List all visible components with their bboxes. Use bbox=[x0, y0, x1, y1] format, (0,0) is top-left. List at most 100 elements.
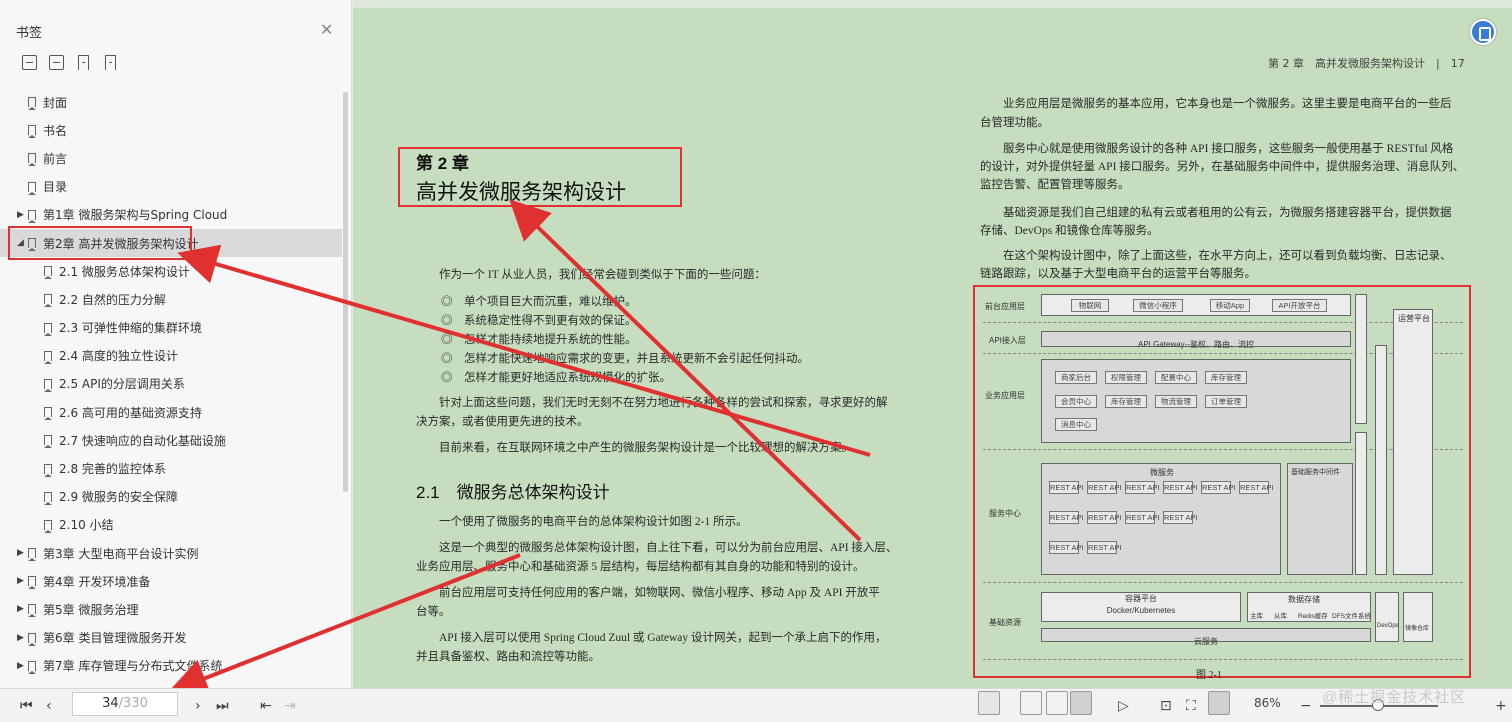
bookmark-item[interactable]: ▶ 第6章 类目管理微服务开发 bbox=[0, 624, 342, 652]
bookmark-label: 前言 bbox=[43, 151, 68, 166]
middleware-title: 基础服务中间件 bbox=[1291, 469, 1340, 476]
paragraph: 的设计，对外提供轻量 API 接口服务。另外，在基础服务中间件中，提供服务治理、… bbox=[980, 161, 1465, 173]
eye-protection-icon[interactable] bbox=[978, 691, 1000, 715]
collapse-arrow-icon[interactable]: ◢ bbox=[17, 238, 24, 248]
rest-api-chip: REST API bbox=[1087, 481, 1122, 494]
bullet-list-item: ◎ 单个项目巨大而沉重，难以维护。 bbox=[441, 296, 637, 308]
page-number-input[interactable]: 34/330 bbox=[72, 692, 178, 716]
zoom-level[interactable]: 86% bbox=[1254, 696, 1281, 710]
frontend-item: API开放平台 bbox=[1272, 299, 1327, 312]
zoom-out-icon[interactable]: − bbox=[1300, 698, 1312, 714]
bookmark-flag-icon bbox=[28, 125, 36, 139]
expand-arrow-icon[interactable]: ▶ bbox=[17, 210, 24, 220]
bookmark-item[interactable]: 2.10 小结 bbox=[0, 511, 342, 539]
paragraph: 链路跟踪，以及基于大型电商平台的运营平台等服务。 bbox=[980, 268, 1256, 280]
trace-bar bbox=[1375, 345, 1387, 575]
fit-page-icon[interactable]: ⛶ bbox=[1186, 698, 1196, 714]
bookmark-label: 2.7 快速响应的自动化基础设施 bbox=[59, 433, 226, 448]
paragraph: 业务应用层、服务中心和基础资源 5 层结构，每层结构都有其自身的功能和特别的设计… bbox=[416, 561, 865, 573]
collapse-all-icon[interactable] bbox=[49, 55, 64, 70]
log-bar bbox=[1355, 432, 1367, 575]
bookmark-label: 第4章 开发环境准备 bbox=[43, 574, 151, 589]
bookmark-icon[interactable] bbox=[105, 55, 116, 70]
expand-arrow-icon[interactable]: ▶ bbox=[17, 661, 24, 671]
biz-item: 订单管理 bbox=[1205, 395, 1247, 408]
layer-label: 基础资源 bbox=[989, 618, 1021, 627]
bookmark-item[interactable]: ◢ 第2章 高并发微服务架构设计 bbox=[0, 228, 342, 258]
bookmark-flag-icon bbox=[28, 97, 36, 111]
devops-box: DevOps bbox=[1375, 592, 1399, 642]
figure-2-1: 前台应用层 API接入层 业务应用层 服务中心 基础资源 物联网 微信小程序 移… bbox=[973, 285, 1471, 678]
bookmark-item[interactable]: 2.6 高可用的基础资源支持 bbox=[0, 398, 342, 426]
biz-item: 消息中心 bbox=[1055, 418, 1097, 431]
bookmark-flag-icon bbox=[28, 209, 36, 223]
play-icon[interactable]: ▷ bbox=[1118, 698, 1129, 714]
bookmark-item[interactable]: 2.2 自然的压力分解 bbox=[0, 285, 342, 313]
bookmark-item[interactable]: 2.9 微服务的安全保障 bbox=[0, 483, 342, 511]
bookmark-item[interactable]: 2.8 完善的监控体系 bbox=[0, 454, 342, 482]
bookmark-item[interactable]: 2.4 高度的独立性设计 bbox=[0, 342, 342, 370]
bookmark-item[interactable]: ▶ 第5章 微服务治理 bbox=[0, 595, 342, 623]
prev-page-icon[interactable]: ‹ bbox=[46, 698, 52, 714]
bookmark-label: 第2章 高并发微服务架构设计 bbox=[43, 236, 199, 251]
paragraph: 基础资源是我们自己组建的私有云或者租用的公有云，为微服务搭建容器平台，提供数据 bbox=[1003, 207, 1452, 219]
bookmark-item[interactable]: ▶ 第4章 开发环境准备 bbox=[0, 567, 342, 595]
next-page-icon[interactable]: › bbox=[195, 698, 201, 714]
bookmark-item[interactable]: ▶ 第3章 大型电商平台设计实例 bbox=[0, 539, 342, 567]
close-icon[interactable]: ✕ bbox=[320, 20, 333, 39]
bookmark-item[interactable]: 2.3 可弹性伸缩的集群环境 bbox=[0, 314, 342, 342]
expand-arrow-icon[interactable]: ▶ bbox=[17, 604, 24, 614]
section-heading: 2.1 微服务总体架构设计 bbox=[416, 483, 610, 502]
expand-arrow-icon[interactable]: ▶ bbox=[17, 633, 24, 643]
rest-api-chip: REST API bbox=[1239, 481, 1274, 494]
bookmark-label: 2.9 微服务的安全保障 bbox=[59, 490, 178, 505]
bookmark-item[interactable]: ▶ 第7章 库存管理与分布式文件系统 bbox=[0, 652, 342, 680]
expand-arrow-icon[interactable]: ▶ bbox=[17, 576, 24, 586]
fit-width-icon[interactable] bbox=[1208, 691, 1230, 715]
forward-icon[interactable]: ⇥ bbox=[284, 698, 296, 714]
actual-size-icon[interactable]: ⊡ bbox=[1160, 698, 1172, 714]
back-icon[interactable]: ⇤ bbox=[260, 698, 272, 714]
biz-item: 物流管理 bbox=[1155, 395, 1197, 408]
last-page-icon[interactable]: ⏭ bbox=[216, 698, 229, 714]
paragraph: 台等。 bbox=[416, 606, 451, 618]
continuous-page-icon[interactable] bbox=[1046, 691, 1068, 715]
single-page-icon[interactable] bbox=[1020, 691, 1042, 715]
bookmark-label: 第6章 类目管理微服务开发 bbox=[43, 631, 187, 646]
sidebar-scrollbar[interactable] bbox=[343, 92, 348, 492]
bookmark-item[interactable]: 2.5 API的分层调用关系 bbox=[0, 370, 342, 398]
zoom-slider-thumb[interactable] bbox=[1372, 699, 1384, 711]
expand-arrow-icon[interactable]: ▶ bbox=[17, 548, 24, 558]
bookmark-item[interactable]: 目录 bbox=[0, 173, 342, 201]
bookmark-item[interactable]: 书名 bbox=[0, 116, 342, 144]
assistant-float-icon[interactable] bbox=[1470, 19, 1496, 45]
bookmark-item[interactable]: 封面 bbox=[0, 88, 342, 116]
biz-item: 配置中心 bbox=[1155, 371, 1197, 384]
bullet-list-item: ◎ 怎样才能快速地响应需求的变更，并且系统更新不会引起任何抖动。 bbox=[441, 353, 809, 365]
add-bookmark-icon[interactable] bbox=[78, 55, 89, 70]
paragraph: 并且具备鉴权、路由和流控等功能。 bbox=[416, 651, 600, 663]
rest-api-chip: REST API bbox=[1125, 481, 1160, 494]
bookmark-flag-icon bbox=[44, 407, 52, 421]
paragraph: 决方案，或者使用更先进的技术。 bbox=[416, 416, 589, 428]
bookmark-item[interactable]: 2.1 微服务总体架构设计 bbox=[0, 257, 342, 285]
dual-page-icon[interactable] bbox=[1070, 691, 1092, 715]
ops-platform: 运营平台 bbox=[1393, 309, 1433, 575]
rest-api-chip: REST API bbox=[1163, 481, 1198, 494]
layer-label: 服务中心 bbox=[989, 509, 1021, 518]
bookmark-item[interactable]: 前言 bbox=[0, 144, 342, 172]
paragraph: 目前来看，在互联网环境之中产生的微服务架构设计是一个比较理想的解决方案。 bbox=[439, 442, 853, 454]
biz-item: 商家后台 bbox=[1055, 371, 1097, 384]
bookmark-item[interactable]: 2.7 快速响应的自动化基础设施 bbox=[0, 426, 342, 454]
bookmark-label: 2.2 自然的压力分解 bbox=[59, 292, 166, 307]
first-page-icon[interactable]: ⏮ bbox=[20, 698, 33, 714]
bookmark-item[interactable]: ▶ 第1章 微服务架构与Spring Cloud bbox=[0, 201, 342, 229]
bookmark-label: 2.1 微服务总体架构设计 bbox=[59, 264, 190, 279]
expand-all-icon[interactable] bbox=[22, 55, 37, 70]
layer-label: API接入层 bbox=[989, 336, 1026, 345]
bookmark-flag-icon bbox=[44, 519, 52, 533]
zoom-in-icon[interactable]: + bbox=[1495, 698, 1507, 714]
bookmark-label: 2.8 完善的监控体系 bbox=[59, 462, 166, 477]
bookmark-label: 目录 bbox=[43, 180, 68, 195]
bookmark-label: 2.3 可弹性伸缩的集群环境 bbox=[59, 321, 202, 336]
